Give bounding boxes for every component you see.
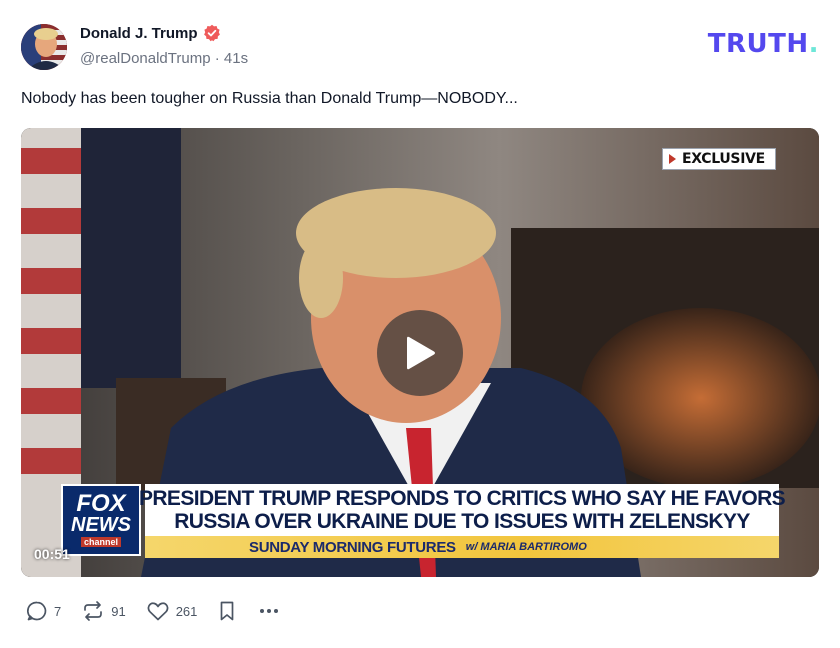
truth-logo[interactable]: TRUTH.: [708, 29, 819, 59]
show-host: w/ MARIA BARTIROMO: [465, 541, 587, 553]
show-bar: SUNDAY MORNING FUTURES w/ MARIA BARTIROM…: [145, 536, 779, 558]
badge-arrow-icon: [669, 154, 676, 164]
retruth-icon: [84, 601, 103, 621]
reply-button[interactable]: 7: [26, 600, 61, 622]
network-logo-line3: channel: [80, 537, 121, 547]
badge-text: EXCLUSIVE: [682, 151, 765, 167]
more-options-button[interactable]: [257, 600, 281, 622]
video-duration: 00:51: [34, 546, 70, 562]
news-headline: PRESIDENT TRUMP RESPONDS TO CRITICS WHO …: [139, 484, 786, 536]
post-time[interactable]: 41s: [224, 50, 248, 67]
like-count: 261: [175, 603, 198, 619]
author-handle[interactable]: @realDonaldTrump: [80, 50, 211, 67]
post-meta: @realDonaldTrump · 41s: [80, 50, 248, 67]
show-name: SUNDAY MORNING FUTURES: [249, 538, 456, 556]
like-button[interactable]: 261: [146, 600, 198, 622]
exclusive-badge: EXCLUSIVE: [662, 148, 776, 170]
reply-count: 7: [54, 603, 62, 619]
meta-separator: ·: [214, 50, 220, 67]
retruth-count: 91: [111, 603, 126, 619]
network-logo-line1: FOX: [76, 490, 126, 517]
post-header: Donald J. Trump @realDonaldTrump · 41s T…: [21, 22, 819, 70]
headline-line-2: RUSSIA OVER UKRAINE DUE TO ISSUES WITH Z…: [174, 510, 750, 533]
like-icon: [147, 602, 169, 621]
video-player[interactable]: EXCLUSIVE FOX NEWS channel PRESIDENT TRU…: [21, 128, 819, 577]
network-logo-line2: NEWS: [71, 514, 131, 536]
author-avatar[interactable]: [21, 24, 67, 70]
network-logo: FOX NEWS channel: [61, 484, 141, 556]
bookmark-button[interactable]: [217, 600, 237, 622]
news-lower-third: FOX NEWS channel PRESIDENT TRUMP RESPOND…: [61, 480, 786, 560]
play-button[interactable]: [377, 310, 463, 396]
post-text: Nobody has been tougher on Russia than D…: [21, 90, 518, 107]
play-icon: [407, 336, 435, 370]
logo-text: TRUTH: [707, 29, 809, 59]
more-icon: [260, 609, 279, 613]
reply-icon: [26, 601, 47, 621]
post-actions: 7 91 261: [26, 598, 301, 624]
headline-line-1: PRESIDENT TRUMP RESPONDS TO CRITICS WHO …: [138, 487, 786, 510]
bookmark-icon: [221, 601, 234, 621]
author-name[interactable]: Donald J. Trump: [80, 25, 198, 42]
logo-dot: .: [808, 29, 819, 59]
retruth-button[interactable]: 91: [81, 600, 126, 622]
verified-icon: [203, 24, 221, 42]
